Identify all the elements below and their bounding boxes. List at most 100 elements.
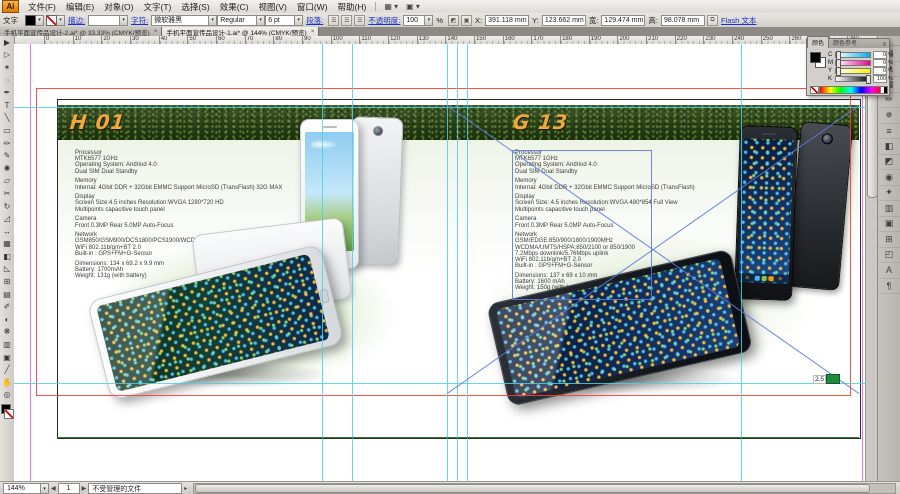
pen-tool-icon[interactable]: ✒ <box>0 86 14 99</box>
appearance-panel-icon[interactable]: ◉ <box>878 170 900 186</box>
menu-item[interactable]: 选择(S) <box>176 1 214 13</box>
status-expand-arrow[interactable]: ▸ <box>184 485 187 492</box>
slice-tool-icon[interactable]: ╱ <box>0 363 14 376</box>
gradient-tool-icon[interactable]: ▤ <box>0 288 14 301</box>
artboard-number-field[interactable]: 1 <box>58 483 80 494</box>
zoom-dropdown[interactable]: ▾ <box>41 483 49 494</box>
menu-item[interactable]: 帮助(H) <box>333 1 372 13</box>
pathfinder-panel-icon[interactable]: ◰ <box>878 248 900 264</box>
font-size-dropdown[interactable]: ▾ <box>295 15 303 26</box>
yellow-value[interactable]: 0 <box>873 67 887 75</box>
direct-selection-tool-icon[interactable]: ▷ <box>0 49 14 62</box>
character-link[interactable]: 字符: <box>131 15 148 26</box>
eraser-tool-icon[interactable]: ▱ <box>0 175 14 188</box>
reference-point-locator[interactable]: ▣ <box>461 15 472 26</box>
first-artboard-arrow[interactable]: ◀ <box>51 485 56 492</box>
menu-item[interactable]: 文字(T) <box>138 1 176 13</box>
flash-text-link[interactable]: Flash 文本 <box>721 15 756 26</box>
font-style-field[interactable]: Regular <box>217 15 257 26</box>
menu-item[interactable]: 窗口(W) <box>292 1 333 13</box>
character-panel-icon[interactable]: A <box>878 263 900 279</box>
artboards-panel-icon[interactable]: ▣ <box>878 217 900 233</box>
gradient-panel-icon[interactable]: ◧ <box>878 139 900 155</box>
font-size-field[interactable]: 6 pt <box>265 15 295 26</box>
opacity-link[interactable]: 不透明度: <box>368 15 400 26</box>
close-icon[interactable]: × <box>311 28 315 35</box>
horizontal-scrollbar[interactable] <box>193 483 896 494</box>
file-status-field[interactable]: 不受管理的文件 <box>88 483 182 494</box>
toolbar-stroke-swatch[interactable] <box>4 409 14 419</box>
transparency-panel-icon[interactable]: ◩ <box>878 155 900 171</box>
horizontal-scrollbar-thumb[interactable] <box>195 484 870 493</box>
stroke-color-dropdown[interactable]: ▾ <box>57 15 65 26</box>
constrain-proportions-button[interactable]: ⧉ <box>707 15 718 26</box>
artboard-tool-icon[interactable]: ▣ <box>0 351 14 364</box>
tab-color[interactable]: 颜色 <box>807 36 829 48</box>
opacity-field[interactable]: 100 <box>403 15 425 26</box>
x-field[interactable]: 391.118 mm <box>485 15 529 26</box>
cyan-value[interactable]: 0 <box>873 51 887 59</box>
last-artboard-arrow[interactable]: ▶ <box>82 485 87 492</box>
type-tool-icon[interactable]: T <box>0 99 14 112</box>
height-field[interactable]: 98.078 mm <box>661 15 705 26</box>
paintbrush-tool-icon[interactable]: ✏ <box>0 137 14 150</box>
recolor-artwork-button[interactable]: ◩ <box>448 15 459 26</box>
y-field[interactable]: 123.662 mm <box>542 15 586 26</box>
blend-tool-icon[interactable]: ◐ <box>0 313 14 326</box>
cyan-slider[interactable] <box>835 52 871 58</box>
stroke-link[interactable]: 描边: <box>68 15 85 26</box>
selection-outline[interactable] <box>512 150 652 300</box>
arrange-documents-button[interactable]: ▦ ▾ <box>380 2 402 11</box>
width-field[interactable]: 129.474 mm <box>601 15 645 26</box>
magic-wand-tool-icon[interactable]: ✶ <box>0 61 14 74</box>
font-style-dropdown[interactable]: ▾ <box>257 15 265 26</box>
black-value[interactable]: 100 <box>873 75 887 83</box>
menu-item[interactable]: 效果(C) <box>215 1 254 13</box>
symbols-panel-icon[interactable]: ✵ <box>878 108 900 124</box>
paragraph-link[interactable]: 段落: <box>306 15 323 26</box>
magenta-value[interactable]: 0 <box>873 59 887 67</box>
eyedropper-tool-icon[interactable]: ✐ <box>0 300 14 313</box>
stroke-panel-icon[interactable]: ≡ <box>878 124 900 140</box>
workspace-button[interactable]: ▣ ▾ <box>402 2 424 11</box>
stroke-weight-field[interactable] <box>88 15 120 26</box>
black-slider[interactable] <box>835 76 871 82</box>
width-tool-icon[interactable]: ↔ <box>0 225 14 238</box>
rectangle-tool-icon[interactable]: ▭ <box>0 124 14 137</box>
document-tab-1[interactable]: 手机平面宣传品设计-2.ai* @ 33.33% (CMYK/预览) × <box>0 27 162 36</box>
blob-brush-tool-icon[interactable]: ✺ <box>0 162 14 175</box>
close-icon[interactable]: × <box>154 28 158 35</box>
align-left-button[interactable]: ☰ <box>328 15 339 26</box>
perspective-grid-tool-icon[interactable]: ◺ <box>0 263 14 276</box>
document-tab-2[interactable]: 手机平面宣传品设计-1.ai* @ 144% (CMYK/预览) × <box>162 27 319 36</box>
menu-item[interactable]: 视图(V) <box>254 1 292 13</box>
fill-color-swatch[interactable] <box>25 15 36 26</box>
stroke-color-swatch[interactable] <box>46 15 57 26</box>
zoom-level-field[interactable]: 144% <box>3 483 41 494</box>
tab-color-guide[interactable]: 颜色参考 <box>829 37 861 48</box>
zoom-tool-icon[interactable]: ◎ <box>0 389 14 402</box>
font-family-field[interactable]: 微软雅黑 <box>151 15 209 26</box>
menu-item[interactable]: 文件(F) <box>23 1 61 13</box>
yellow-slider[interactable] <box>835 68 871 74</box>
shape-builder-tool-icon[interactable]: ◧ <box>0 250 14 263</box>
mesh-tool-icon[interactable]: ⊞ <box>0 275 14 288</box>
align-right-button[interactable]: ☰ <box>354 15 365 26</box>
fill-color-dropdown[interactable]: ▾ <box>36 15 44 26</box>
lasso-tool-icon[interactable]: ◌ <box>0 74 14 87</box>
scissors-tool-icon[interactable]: ✂ <box>0 187 14 200</box>
none-swatch[interactable] <box>810 86 819 94</box>
graphic-styles-panel-icon[interactable]: ✦ <box>878 186 900 202</box>
column-graph-tool-icon[interactable]: ▥ <box>0 338 14 351</box>
magenta-slider[interactable] <box>835 60 871 66</box>
rotate-tool-icon[interactable]: ↻ <box>0 200 14 213</box>
align-panel-icon[interactable]: ⊞ <box>878 232 900 248</box>
menu-item[interactable]: 对象(O) <box>99 1 138 13</box>
stroke-weight-dropdown[interactable]: ▾ <box>120 15 128 26</box>
hand-tool-icon[interactable]: ✋ <box>0 376 14 389</box>
fill-stroke-indicator[interactable] <box>0 403 14 419</box>
color-spectrum-bar[interactable] <box>819 86 883 94</box>
pencil-tool-icon[interactable]: ✎ <box>0 149 14 162</box>
align-center-button[interactable]: ☰ <box>341 15 352 26</box>
paragraph-panel-icon[interactable]: ¶ <box>878 279 900 295</box>
